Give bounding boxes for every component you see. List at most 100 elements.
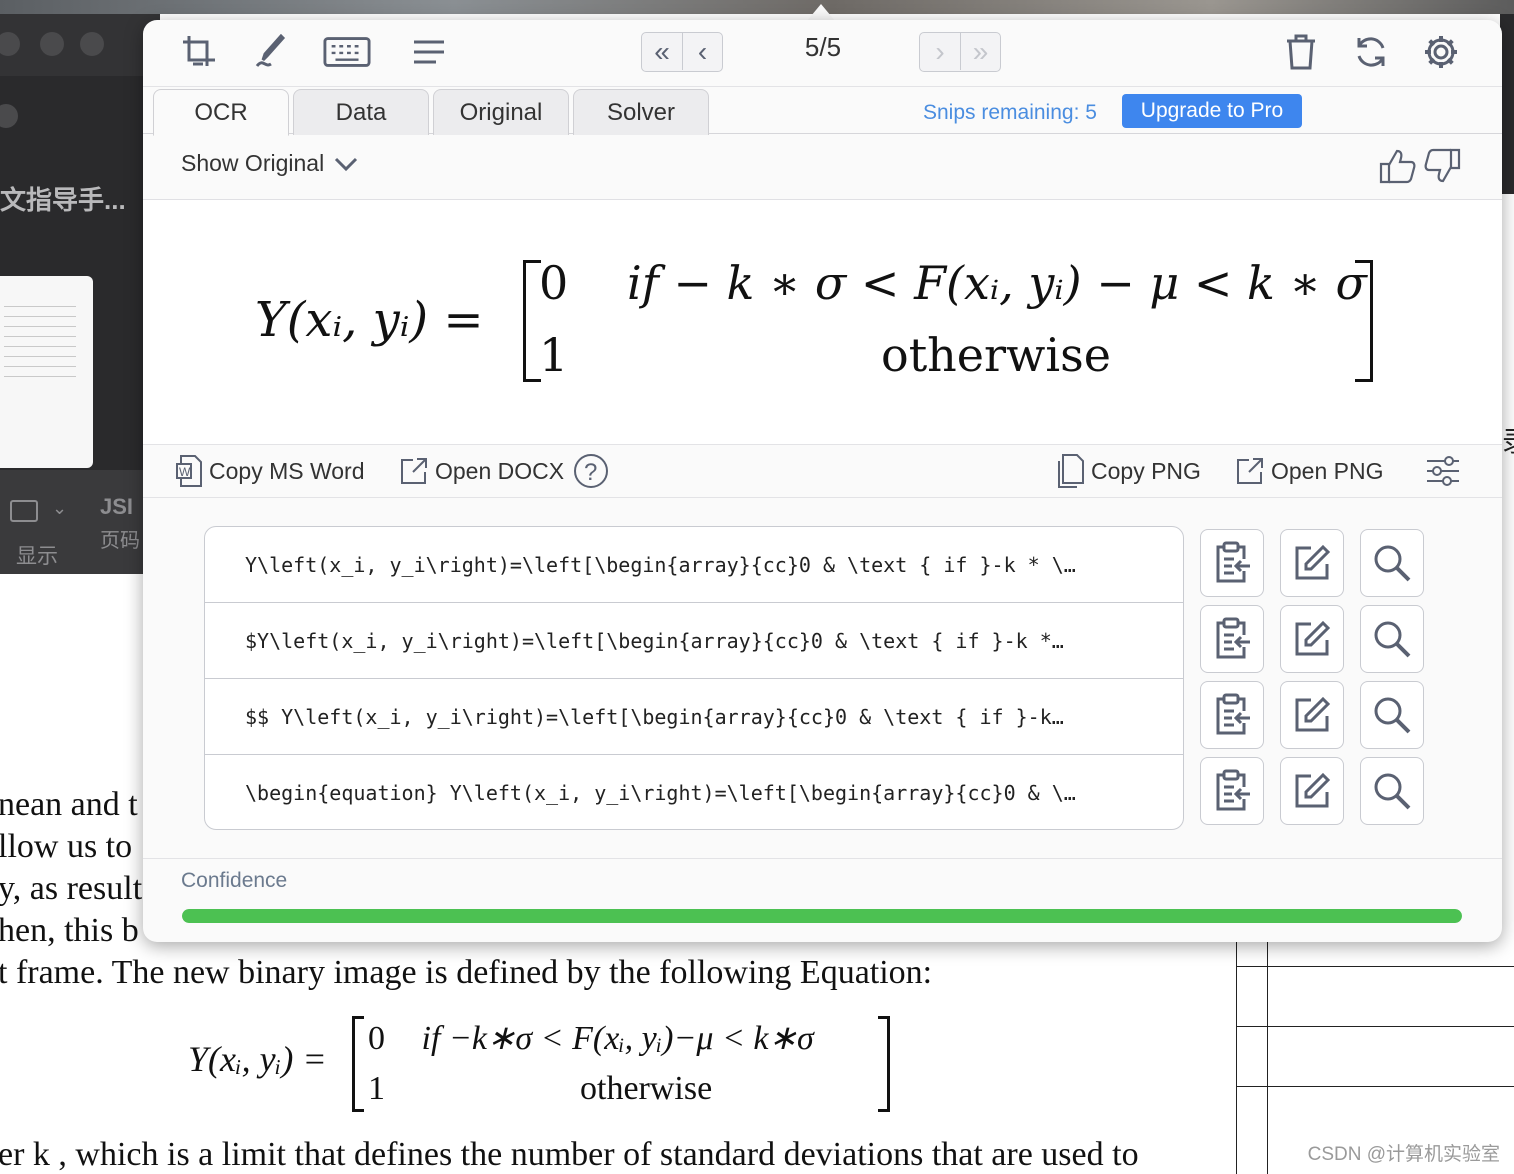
left-bracket xyxy=(352,1016,364,1112)
open-png-button[interactable]: Open PNG xyxy=(1235,453,1384,489)
copy-png-label: Copy PNG xyxy=(1091,457,1201,484)
svg-text:W: W xyxy=(179,465,191,479)
document-equation-lhs: Y(xᵢ, yᵢ) = xyxy=(188,1039,327,1079)
search-row-4-button[interactable] xyxy=(1360,757,1424,825)
tab-ocr[interactable]: OCR xyxy=(153,89,289,136)
row1-condition: if −k∗σ < F(xᵢ, yᵢ)−μ < k∗σ xyxy=(421,1020,814,1057)
help-button[interactable]: ? xyxy=(573,453,609,489)
latex-format-row[interactable]: \begin{equation} Y\left(x_i, y_i\right)=… xyxy=(205,755,1183,829)
document-equation: Y(xᵢ, yᵢ) = 0 if −k∗σ < F(xᵢ, yᵢ)−μ < k∗… xyxy=(188,1012,908,1116)
first-page-button[interactable]: « xyxy=(642,33,682,70)
help-icon: ? xyxy=(574,454,608,488)
search-row-2-button[interactable] xyxy=(1360,605,1424,673)
rendered-equation: Y(xᵢ, yᵢ) = 0 if − k ∗ σ < F(xᵢ, yᵢ) − μ… xyxy=(143,200,1502,444)
document-line: t frame. The new binary image is defined… xyxy=(0,954,933,991)
prev-page-button[interactable]: ‹ xyxy=(682,33,722,70)
equation-right-bracket xyxy=(1355,260,1373,382)
equation-row2-condition: otherwise xyxy=(881,328,1111,382)
copy-clipboard-icon xyxy=(1216,541,1250,583)
edit-row-2-button[interactable] xyxy=(1280,605,1344,673)
edit-icon xyxy=(1295,620,1331,656)
copy-row-3-button[interactable] xyxy=(1200,681,1264,749)
document-equation-row1: 0 if −k∗σ < F(xᵢ, yᵢ)−μ < k∗σ xyxy=(368,1018,814,1058)
export-actions: W Copy MS Word Open DOCX ? Copy PNG Open… xyxy=(143,444,1502,498)
copy-ms-word-label: Copy MS Word xyxy=(209,457,365,484)
tab-bar: OCR Data Original Solver Snips remaining… xyxy=(143,86,1502,136)
snip-crop-icon[interactable] xyxy=(175,32,223,72)
settings-gear-icon[interactable] xyxy=(1417,32,1465,72)
background-photo-strip xyxy=(0,0,1514,14)
show-original-toggle[interactable]: Show Original xyxy=(181,150,358,177)
keyboard-icon[interactable] xyxy=(323,32,371,72)
text-lines-icon[interactable] xyxy=(405,32,453,72)
next-page-button[interactable]: › xyxy=(920,33,960,70)
sidebar-toggle-icon[interactable] xyxy=(10,500,38,522)
show-original-label: Show Original xyxy=(181,150,325,176)
toolbar: « ‹ 5/5 › » xyxy=(143,20,1502,86)
document-line: er k , which is a limit that defines the… xyxy=(0,1136,1139,1173)
latex-format-row[interactable]: $Y\left(x_i, y_i\right)=\left[\begin{arr… xyxy=(205,603,1183,679)
document-line: hen, this b xyxy=(0,912,139,949)
panel-pointer-arrow xyxy=(806,4,836,22)
equation-row1-value: 0 xyxy=(539,256,569,310)
edit-icon xyxy=(1295,696,1331,732)
tab-original[interactable]: Original xyxy=(433,89,569,135)
copy-ms-word-button[interactable]: W Copy MS Word xyxy=(175,453,365,489)
document-line: llow us to xyxy=(0,828,133,865)
row1-value: 0 xyxy=(368,1020,385,1057)
confidence-section: Confidence xyxy=(143,858,1502,942)
tab-solver[interactable]: Solver xyxy=(573,89,709,135)
edit-row-3-button[interactable] xyxy=(1280,681,1344,749)
latex-format-row[interactable]: Y\left(x_i, y_i\right)=\left[\begin{arra… xyxy=(205,527,1183,603)
export-settings-button[interactable] xyxy=(1425,453,1461,489)
handwriting-pen-icon[interactable] xyxy=(247,32,295,72)
search-icon xyxy=(1374,697,1411,734)
latex-format-row[interactable]: $$ Y\left(x_i, y_i\right)=\left[\begin{a… xyxy=(205,679,1183,755)
copy-image-icon xyxy=(1058,454,1084,488)
copy-row-1-button[interactable] xyxy=(1200,529,1264,597)
search-row-1-button[interactable] xyxy=(1360,529,1424,597)
background-display-label: 显示 xyxy=(16,545,58,568)
thumbs-up-icon[interactable] xyxy=(1377,146,1417,186)
watermark: CSDN @计算机实验室 xyxy=(1307,1144,1500,1165)
nav-back-group: « ‹ xyxy=(641,32,723,72)
thumbs-down-icon[interactable] xyxy=(1423,146,1463,186)
open-external-icon xyxy=(1237,458,1263,484)
nav-forward-group: › » xyxy=(919,32,1001,72)
open-png-label: Open PNG xyxy=(1271,457,1384,484)
edit-row-1-button[interactable] xyxy=(1280,529,1344,597)
confidence-bar xyxy=(182,909,1462,923)
tab-data[interactable]: Data xyxy=(293,89,429,135)
search-icon xyxy=(1374,621,1411,658)
last-page-button[interactable]: » xyxy=(960,33,1000,70)
copy-clipboard-icon xyxy=(1216,769,1250,811)
edit-row-4-button[interactable] xyxy=(1280,757,1344,825)
upgrade-to-pro-button[interactable]: Upgrade to Pro xyxy=(1122,94,1302,128)
copy-png-button[interactable]: Copy PNG xyxy=(1055,453,1201,489)
edit-icon xyxy=(1295,772,1331,808)
copy-clipboard-icon xyxy=(1216,693,1250,735)
refresh-icon[interactable] xyxy=(1347,32,1395,72)
latex-format-list: Y\left(x_i, y_i\right)=\left[\begin{arra… xyxy=(204,526,1184,830)
background-cjk-fragment: 录 xyxy=(1502,420,1514,460)
right-bracket xyxy=(878,1016,890,1112)
window-zoom-dot[interactable] xyxy=(80,32,104,56)
equation-row2-value: 1 xyxy=(539,328,569,382)
background-sidebar-title: 文指导手... xyxy=(0,185,126,215)
open-docx-button[interactable]: Open DOCX xyxy=(399,453,564,489)
background-page-thumbnail[interactable] xyxy=(0,276,93,468)
background-right-strip xyxy=(1500,14,1514,194)
window-minimize-dot[interactable] xyxy=(40,32,64,56)
document-line: y, as result xyxy=(0,870,143,907)
equation-lhs: Y(xᵢ, yᵢ) = xyxy=(255,292,484,348)
document-equation-row2-value: 1 xyxy=(368,1070,385,1107)
copy-row-2-button[interactable] xyxy=(1200,605,1264,673)
search-row-3-button[interactable] xyxy=(1360,681,1424,749)
chevron-down-icon xyxy=(335,157,358,171)
copy-row-4-button[interactable] xyxy=(1200,757,1264,825)
trash-icon[interactable] xyxy=(1277,32,1325,72)
svg-text:?: ? xyxy=(584,459,597,486)
copy-clipboard-icon xyxy=(1216,617,1250,659)
chevron-down-icon[interactable]: ⌄ xyxy=(52,498,67,519)
confidence-label: Confidence xyxy=(181,869,288,892)
